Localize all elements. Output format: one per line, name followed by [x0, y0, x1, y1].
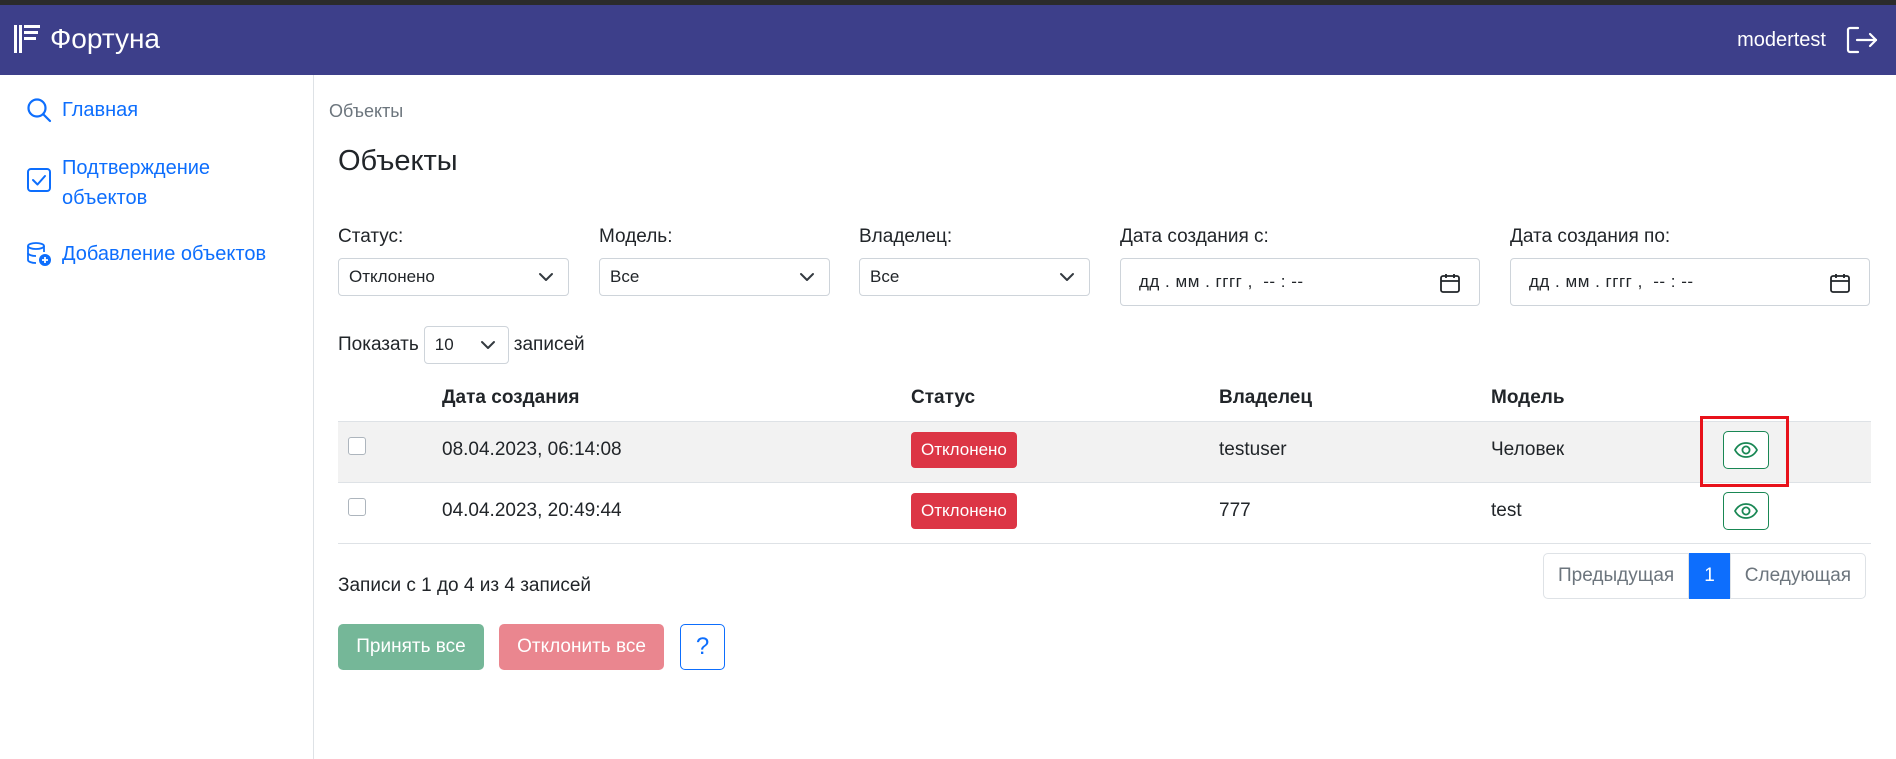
column-header-status[interactable]: Статус [911, 387, 975, 409]
sidebar-item-label: Подтверждение объектов [62, 157, 211, 209]
status-badge: Отклонено [911, 493, 1017, 529]
page-length-suffix: записей [513, 334, 585, 355]
table-row: 04.04.2023, 20:49:44 Отклонено 777 test [338, 483, 1871, 544]
row-model: test [1491, 500, 1522, 521]
pagination: Предыдущая 1 Следующая [1543, 553, 1867, 599]
date-to-placeholder: дд . мм . гггг , -- : -- [1529, 272, 1694, 291]
database-add-icon [27, 242, 51, 266]
page-title: Объекты [338, 145, 458, 177]
model-filter-select[interactable]: Все [599, 258, 830, 296]
status-badge: Отклонено [911, 432, 1017, 468]
row-model: Человек [1491, 439, 1565, 460]
reject-all-button[interactable]: Отклонить все [499, 624, 664, 670]
sidebar-item-label: Главная [62, 99, 139, 121]
row-date: 08.04.2023, 06:14:08 [442, 439, 622, 460]
pagination-next[interactable]: Следующая [1729, 553, 1867, 599]
highlight-box [1700, 416, 1789, 487]
date-to-input[interactable]: дд . мм . гггг , -- : -- [1510, 258, 1870, 306]
date-from-input[interactable]: дд . мм . гггг , -- : -- [1120, 258, 1480, 306]
sidebar-item-label: Добавление объектов [62, 243, 267, 265]
page-length-value: 10 [434, 335, 454, 354]
breadcrumb[interactable]: Объекты [329, 101, 403, 122]
username: modertest [1737, 28, 1826, 51]
owner-filter-value: Все [870, 267, 900, 286]
model-filter-label: Модель: [599, 226, 673, 247]
top-navbar: Фортуна modertest [0, 5, 1896, 75]
status-filter-label: Статус: [338, 226, 404, 247]
checkbox-icon [27, 168, 51, 192]
accept-all-button[interactable]: Принять все [338, 624, 484, 670]
main-content: Объекты Объекты Статус: Отклонено Модель… [315, 75, 1896, 759]
row-checkbox[interactable] [348, 498, 366, 516]
pagination-prev[interactable]: Предыдущая [1543, 553, 1690, 599]
owner-filter-label: Владелец: [859, 226, 953, 247]
sidebar-item-add-objects[interactable]: Добавление объектов [26, 239, 266, 269]
help-button[interactable]: ? [680, 624, 725, 670]
status-filter-value: Отклонено [349, 267, 435, 286]
sidebar-item-home[interactable]: Главная [26, 95, 138, 125]
chevron-down-icon [539, 273, 553, 281]
owner-filter-select[interactable]: Все [859, 258, 1090, 296]
sidebar: Главная Подтверждение объектов Добавлени… [0, 75, 314, 759]
chevron-down-icon [800, 273, 814, 281]
search-icon [27, 98, 52, 123]
calendar-icon[interactable] [1829, 272, 1851, 294]
row-owner: testuser [1219, 439, 1287, 460]
date-to-label: Дата создания по: [1510, 226, 1671, 247]
user-block: modertest [1737, 25, 1878, 55]
chevron-down-icon [480, 341, 495, 349]
page-length-prefix: Показать [338, 334, 419, 355]
column-header-owner[interactable]: Владелец [1219, 387, 1312, 409]
sidebar-item-confirm-objects[interactable]: Подтверждение объектов [26, 153, 226, 213]
row-owner: 777 [1219, 500, 1251, 521]
status-filter-select[interactable]: Отклонено [338, 258, 569, 296]
objects-table: Дата создания Статус Владелец Модель 08.… [338, 375, 1871, 544]
column-header-model[interactable]: Модель [1491, 387, 1565, 409]
chevron-down-icon [1060, 273, 1074, 281]
table-row: 08.04.2023, 06:14:08 Отклонено testuser … [338, 422, 1871, 483]
column-header-date[interactable]: Дата создания [442, 387, 580, 409]
table-info: Записи с 1 до 4 из 4 записей [338, 575, 592, 596]
table-header: Дата создания Статус Владелец Модель [338, 375, 1871, 422]
page-length-control: Показать 10 записей [338, 326, 585, 364]
page-length-select[interactable]: 10 [423, 326, 509, 364]
fortuna-logo-icon [14, 25, 40, 53]
model-filter-value: Все [610, 267, 640, 286]
date-from-placeholder: дд . мм . гггг , -- : -- [1139, 272, 1304, 291]
eye-icon [1734, 503, 1758, 519]
row-date: 04.04.2023, 20:49:44 [442, 500, 622, 521]
pagination-page-1[interactable]: 1 [1689, 553, 1730, 599]
row-checkbox[interactable] [348, 437, 366, 455]
brand-name: Фортуна [50, 23, 160, 54]
date-from-label: Дата создания с: [1120, 226, 1269, 247]
view-button[interactable] [1723, 492, 1769, 530]
brand[interactable]: Фортуна [14, 22, 160, 56]
logout-icon[interactable] [1846, 25, 1878, 55]
calendar-icon[interactable] [1439, 272, 1461, 294]
